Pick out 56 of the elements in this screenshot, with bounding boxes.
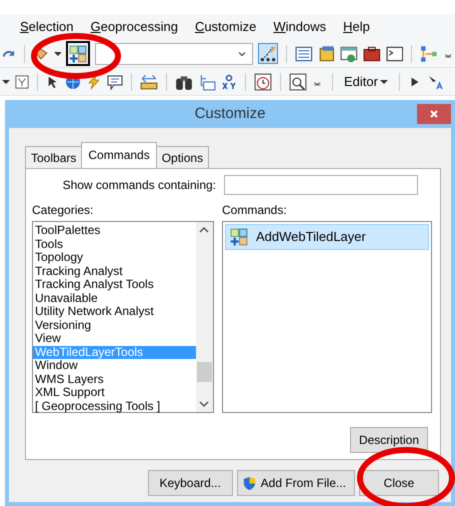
caret-icon[interactable] bbox=[2, 80, 10, 84]
shield-icon bbox=[242, 476, 257, 490]
list-item[interactable]: Tracking Analyst Tools bbox=[33, 278, 196, 292]
scrollbar[interactable] bbox=[196, 222, 213, 412]
window-title: Customize bbox=[194, 104, 266, 124]
command-window-icon[interactable] bbox=[386, 44, 404, 62]
list-item[interactable]: XML Support bbox=[33, 386, 196, 400]
measure-icon[interactable] bbox=[140, 72, 158, 90]
tab[interactable]: Commands bbox=[81, 142, 157, 169]
dropdown-field[interactable] bbox=[95, 42, 253, 64]
list-item[interactable]: Versioning bbox=[33, 318, 196, 332]
list-item[interactable]: Utility Network Analyst bbox=[33, 305, 196, 318]
window-globe-icon[interactable] bbox=[340, 44, 358, 62]
list-item[interactable]: Unavailable bbox=[33, 292, 196, 305]
caret-icon bbox=[380, 80, 388, 84]
magnifier-window-icon[interactable] bbox=[289, 72, 307, 90]
catalog-icon[interactable] bbox=[318, 44, 336, 62]
close-button[interactable] bbox=[417, 104, 451, 124]
list-item[interactable]: Window bbox=[33, 359, 196, 372]
search-field[interactable] bbox=[224, 175, 418, 195]
sketch-button[interactable] bbox=[258, 43, 278, 64]
dialog-button[interactable]: Close bbox=[359, 470, 439, 496]
scrollbar-thumb[interactable] bbox=[197, 362, 212, 382]
tab[interactable]: Toolbars bbox=[25, 146, 82, 169]
menu-item[interactable]: Geoprocessing bbox=[90, 17, 178, 37]
tab[interactable]: Options bbox=[156, 146, 210, 169]
field-label: Show commands containing: bbox=[62, 177, 216, 194]
editor-menu[interactable]: Editor bbox=[341, 72, 391, 92]
clock-window-icon[interactable] bbox=[254, 72, 272, 90]
filter-icon[interactable] bbox=[15, 74, 29, 88]
menu-item[interactable]: Windows bbox=[273, 17, 326, 37]
dialog-button[interactable]: Add From File... bbox=[236, 470, 355, 496]
menu-item[interactable]: Help bbox=[343, 17, 370, 37]
list-item[interactable]: Tools bbox=[33, 238, 196, 251]
arrow-text-icon[interactable] bbox=[426, 74, 443, 90]
add-layer-icon bbox=[230, 228, 248, 246]
list-item[interactable]: Topology bbox=[33, 251, 196, 264]
caret-icon[interactable] bbox=[54, 52, 62, 56]
callout-icon[interactable] bbox=[107, 74, 123, 90]
menu-item[interactable]: Customize bbox=[194, 17, 256, 37]
list-label: Commands: bbox=[222, 202, 288, 219]
model-icon[interactable] bbox=[420, 44, 438, 62]
list-label: Categories: bbox=[32, 202, 94, 219]
close-icon bbox=[430, 110, 438, 118]
list-item[interactable]: WMS Layers bbox=[33, 372, 196, 386]
menu-item[interactable]: Selection bbox=[20, 17, 74, 37]
list-item[interactable]: [ Geoprocessing Tools ] bbox=[33, 400, 196, 413]
xy-icon[interactable] bbox=[221, 74, 237, 90]
list-item[interactable]: View bbox=[33, 332, 196, 346]
add-layer-button[interactable] bbox=[66, 41, 90, 66]
table-icon[interactable] bbox=[294, 44, 313, 62]
toolbox-icon[interactable] bbox=[363, 44, 381, 62]
list-item[interactable]: Tracking Analyst bbox=[33, 264, 196, 278]
list-item[interactable]: ToolPalettes bbox=[33, 224, 196, 238]
list-item[interactable]: AddWebTiledLayer bbox=[225, 224, 429, 250]
dialog-button[interactable]: Keyboard... bbox=[148, 470, 233, 496]
